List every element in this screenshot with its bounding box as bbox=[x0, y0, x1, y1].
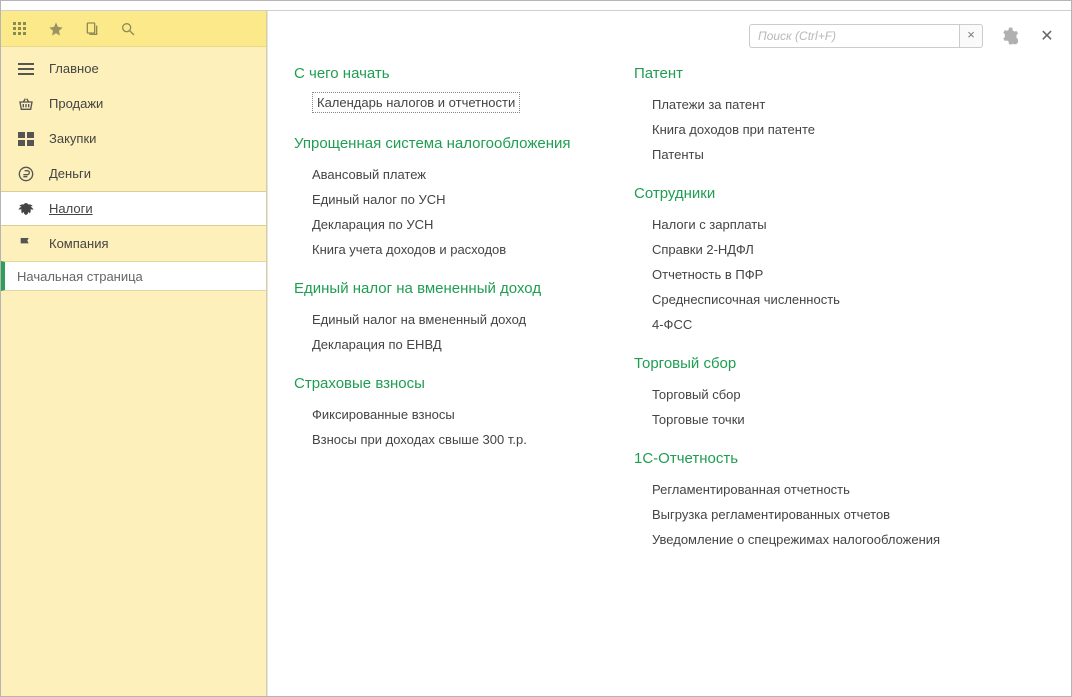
link-over300-contrib[interactable]: Взносы при доходах свыше 300 т.р. bbox=[312, 427, 594, 452]
link-tax-calendar[interactable]: Календарь налогов и отчетности bbox=[312, 92, 520, 113]
section-start: С чего начать Календарь налогов и отчетн… bbox=[294, 65, 594, 113]
link-patents[interactable]: Патенты bbox=[652, 142, 964, 167]
section-title: Торговый сбор bbox=[634, 355, 964, 372]
sidebar-item-label: Закупки bbox=[49, 131, 96, 146]
link-patent-payments[interactable]: Платежи за патент bbox=[652, 92, 964, 117]
link-regulated-reports[interactable]: Регламентированная отчетность bbox=[652, 477, 964, 502]
link-special-regime-notice[interactable]: Уведомление о спецрежимах налогообложени… bbox=[652, 527, 964, 552]
close-button[interactable]: ✕ bbox=[1035, 24, 1059, 48]
section-insurance: Страховые взносы Фиксированные взносы Вз… bbox=[294, 375, 594, 452]
link-fixed-contrib[interactable]: Фиксированные взносы bbox=[312, 402, 594, 427]
link-patent-income-book[interactable]: Книга доходов при патенте bbox=[652, 117, 964, 142]
link-envd-declaration[interactable]: Декларация по ЕНВД bbox=[312, 332, 594, 357]
sidebar-open-tab[interactable]: Начальная страница bbox=[1, 261, 266, 291]
section-title: Сотрудники bbox=[634, 185, 964, 202]
sidebar-item-label: Налоги bbox=[49, 201, 93, 216]
sidebar-item-main[interactable]: Главное bbox=[1, 51, 266, 86]
sidebar-item-sales[interactable]: Продажи bbox=[1, 86, 266, 121]
section-title: Единый налог на вмененный доход bbox=[294, 280, 594, 297]
search-input[interactable] bbox=[749, 24, 959, 48]
eagle-icon bbox=[17, 200, 35, 218]
content-columns: С чего начать Календарь налогов и отчетн… bbox=[294, 65, 1041, 570]
search-clear-button[interactable]: × bbox=[959, 24, 983, 48]
section-patent: Патент Платежи за патент Книга доходов п… bbox=[634, 65, 964, 167]
main-toolbar: × ✕ bbox=[268, 11, 1071, 61]
section-title: 1С-Отчетность bbox=[634, 450, 964, 467]
sidebar-item-money[interactable]: Деньги bbox=[1, 156, 266, 191]
window-titlebar bbox=[1, 1, 1071, 11]
app-body: Главное Продажи Закупки bbox=[1, 11, 1071, 696]
boxes-icon bbox=[17, 130, 35, 148]
section-title: С чего начать bbox=[294, 65, 594, 82]
search-icon[interactable] bbox=[117, 18, 139, 40]
link-usn-tax[interactable]: Единый налог по УСН bbox=[312, 187, 594, 212]
sidebar: Главное Продажи Закупки bbox=[1, 11, 267, 696]
section-title: Упрощенная система налогообложения bbox=[294, 135, 594, 152]
sidebar-item-label: Главное bbox=[49, 61, 99, 76]
section-usn: Упрощенная система налогообложения Аванс… bbox=[294, 135, 594, 262]
link-2ndfl[interactable]: Справки 2-НДФЛ bbox=[652, 237, 964, 262]
menu-icon bbox=[17, 60, 35, 78]
main-panel: × ✕ С чего начать Календарь налогов и от… bbox=[267, 11, 1071, 696]
section-trade-fee: Торговый сбор Торговый сбор Торговые точ… bbox=[634, 355, 964, 432]
section-title: Патент bbox=[634, 65, 964, 82]
link-income-expense-book[interactable]: Книга учета доходов и расходов bbox=[312, 237, 594, 262]
flag-icon bbox=[17, 235, 35, 253]
sidebar-item-label: Продажи bbox=[49, 96, 103, 111]
sidebar-tab-label: Начальная страница bbox=[17, 269, 143, 284]
app-window: Главное Продажи Закупки bbox=[0, 0, 1072, 697]
content-column-left: С чего начать Календарь налогов и отчетн… bbox=[294, 65, 594, 570]
link-usn-declaration[interactable]: Декларация по УСН bbox=[312, 212, 594, 237]
sidebar-toolstrip bbox=[1, 11, 266, 47]
apps-icon[interactable] bbox=[9, 18, 31, 40]
link-payroll-taxes[interactable]: Налоги с зарплаты bbox=[652, 212, 964, 237]
link-avg-headcount[interactable]: Среднесписочная численность bbox=[652, 287, 964, 312]
sidebar-item-label: Компания bbox=[49, 236, 109, 251]
sidebar-nav: Главное Продажи Закупки bbox=[1, 47, 266, 261]
star-icon[interactable] bbox=[45, 18, 67, 40]
link-envd-tax[interactable]: Единый налог на вмененный доход bbox=[312, 307, 594, 332]
content-column-right: Патент Платежи за патент Книга доходов п… bbox=[634, 65, 964, 570]
content-area: С чего начать Календарь налогов и отчетн… bbox=[268, 61, 1071, 696]
link-export-regulated[interactable]: Выгрузка регламентированных отчетов bbox=[652, 502, 964, 527]
link-trade-points[interactable]: Торговые точки bbox=[652, 407, 964, 432]
history-icon[interactable] bbox=[81, 18, 103, 40]
sidebar-item-taxes[interactable]: Налоги bbox=[1, 191, 266, 226]
sidebar-item-purchases[interactable]: Закупки bbox=[1, 121, 266, 156]
section-envd: Единый налог на вмененный доход Единый н… bbox=[294, 280, 594, 357]
section-1c-reporting: 1С-Отчетность Регламентированная отчетно… bbox=[634, 450, 964, 552]
link-4fss[interactable]: 4-ФСС bbox=[652, 312, 964, 337]
settings-button[interactable] bbox=[997, 24, 1021, 48]
ruble-icon bbox=[17, 165, 35, 183]
section-employees: Сотрудники Налоги с зарплаты Справки 2-Н… bbox=[634, 185, 964, 337]
basket-icon bbox=[17, 95, 35, 113]
sidebar-item-company[interactable]: Компания bbox=[1, 226, 266, 261]
section-title: Страховые взносы bbox=[294, 375, 594, 392]
link-advance-payment[interactable]: Авансовый платеж bbox=[312, 162, 594, 187]
link-pfr-reports[interactable]: Отчетность в ПФР bbox=[652, 262, 964, 287]
sidebar-item-label: Деньги bbox=[49, 166, 91, 181]
link-trade-fee[interactable]: Торговый сбор bbox=[652, 382, 964, 407]
search-group: × bbox=[749, 24, 983, 48]
